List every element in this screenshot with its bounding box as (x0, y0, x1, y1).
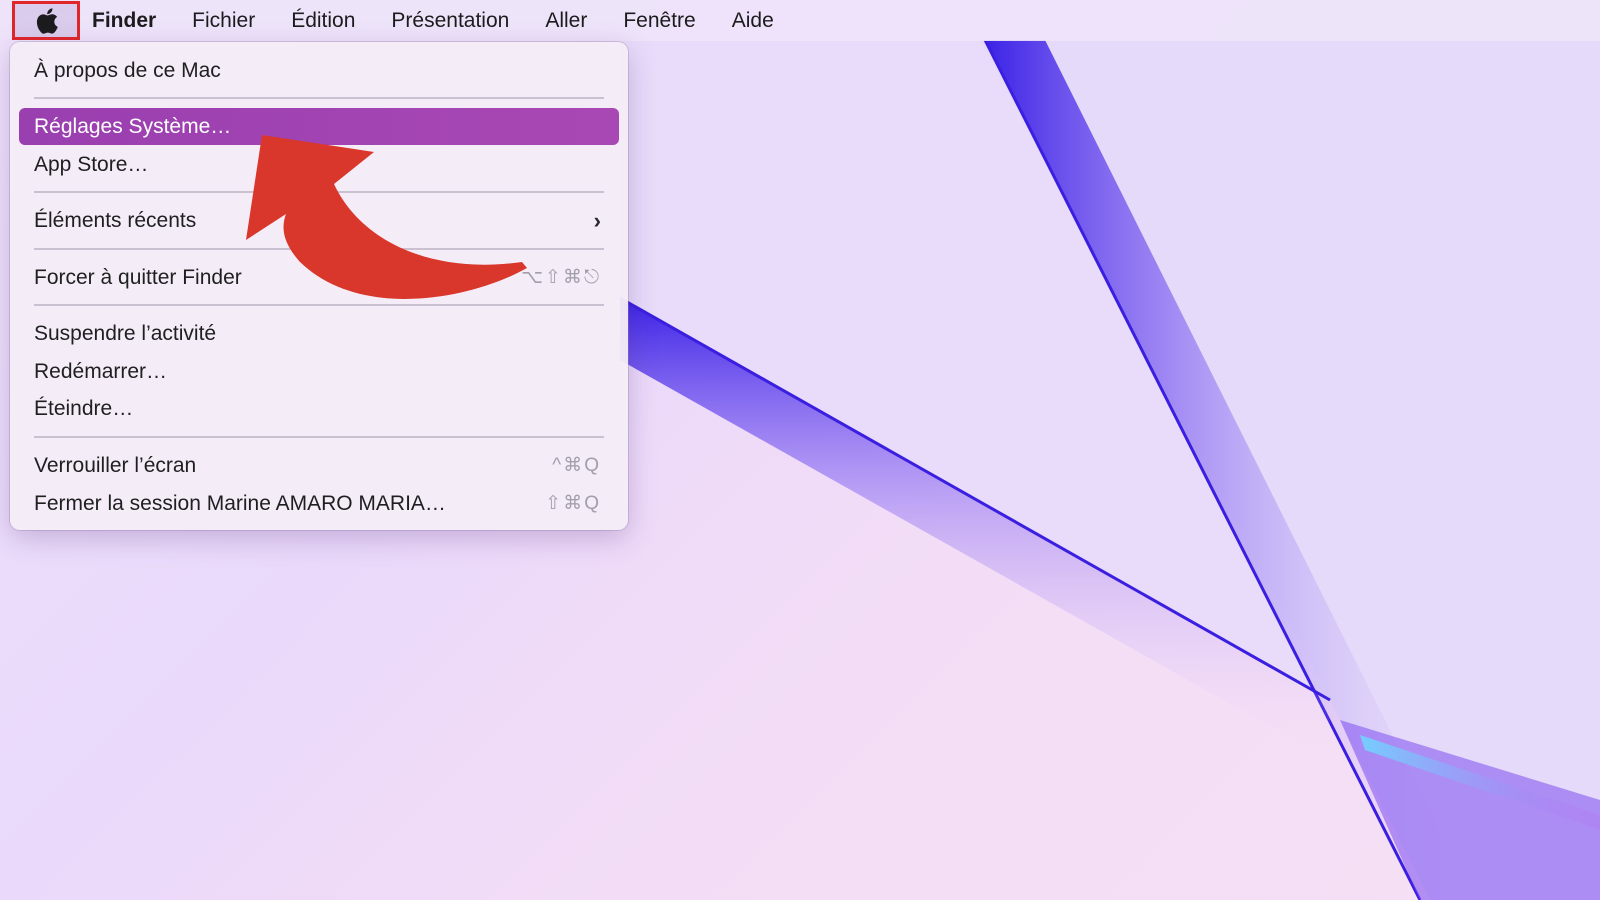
menu-item-label: Éléments récents (34, 208, 197, 232)
menu-aide[interactable]: Aide (732, 9, 774, 33)
menu-item-restart[interactable]: Redémarrer… (19, 353, 619, 390)
menu-item-recent-items[interactable]: Éléments récents › (19, 202, 619, 239)
menu-item-label: Fermer la session Marine AMARO MARIA… (34, 491, 446, 515)
menu-presentation[interactable]: Présentation (391, 9, 509, 33)
menu-item-app-store[interactable]: App Store… (19, 146, 619, 183)
menu-item-label: Forcer à quitter Finder (34, 265, 242, 289)
menu-item-shortcut: ^⌘Q (552, 455, 601, 476)
menu-finder[interactable]: Finder (92, 9, 156, 33)
menu-item-label: App Store… (34, 152, 149, 176)
menu-bar: Finder Fichier Édition Présentation Alle… (0, 0, 1600, 41)
menu-separator (34, 191, 604, 193)
menu-item-label: Redémarrer… (34, 359, 168, 383)
menu-item-label: Verrouiller l’écran (34, 453, 197, 477)
menu-separator (34, 304, 604, 306)
menu-bar-items: Finder Fichier Édition Présentation Alle… (92, 0, 810, 41)
apple-menu-button[interactable] (12, 1, 80, 40)
menu-item-lock-screen[interactable]: Verrouiller l’écran ^⌘Q (19, 447, 619, 484)
menu-item-about-mac[interactable]: À propos de ce Mac (19, 52, 619, 89)
menu-separator (34, 97, 604, 99)
apple-logo-icon (36, 7, 58, 34)
menu-item-label: Réglages Système… (34, 114, 232, 138)
menu-item-label: Éteindre… (34, 396, 134, 420)
menu-fichier[interactable]: Fichier (192, 9, 255, 33)
menu-item-shut-down[interactable]: Éteindre… (19, 390, 619, 427)
menu-item-shortcut: ⌥⇧⌘⎋ (521, 267, 601, 288)
menu-item-label: À propos de ce Mac (34, 58, 221, 82)
menu-item-system-settings[interactable]: Réglages Système… (19, 108, 619, 145)
desktop: Finder Fichier Édition Présentation Alle… (0, 0, 1600, 900)
menu-fenetre[interactable]: Fenêtre (623, 9, 695, 33)
menu-aller[interactable]: Aller (545, 9, 587, 33)
chevron-right-icon: › (593, 207, 601, 233)
menu-separator (34, 248, 604, 250)
menu-item-sleep[interactable]: Suspendre l’activité (19, 315, 619, 352)
menu-item-log-out[interactable]: Fermer la session Marine AMARO MARIA… ⇧⌘… (19, 485, 619, 522)
menu-separator (34, 436, 604, 438)
apple-dropdown-menu: À propos de ce Mac Réglages Système… App… (10, 42, 628, 530)
menu-item-force-quit[interactable]: Forcer à quitter Finder ⌥⇧⌘⎋ (19, 259, 619, 296)
menu-item-shortcut: ⇧⌘Q (545, 493, 601, 514)
menu-edition[interactable]: Édition (291, 9, 355, 33)
menu-item-label: Suspendre l’activité (34, 321, 217, 345)
